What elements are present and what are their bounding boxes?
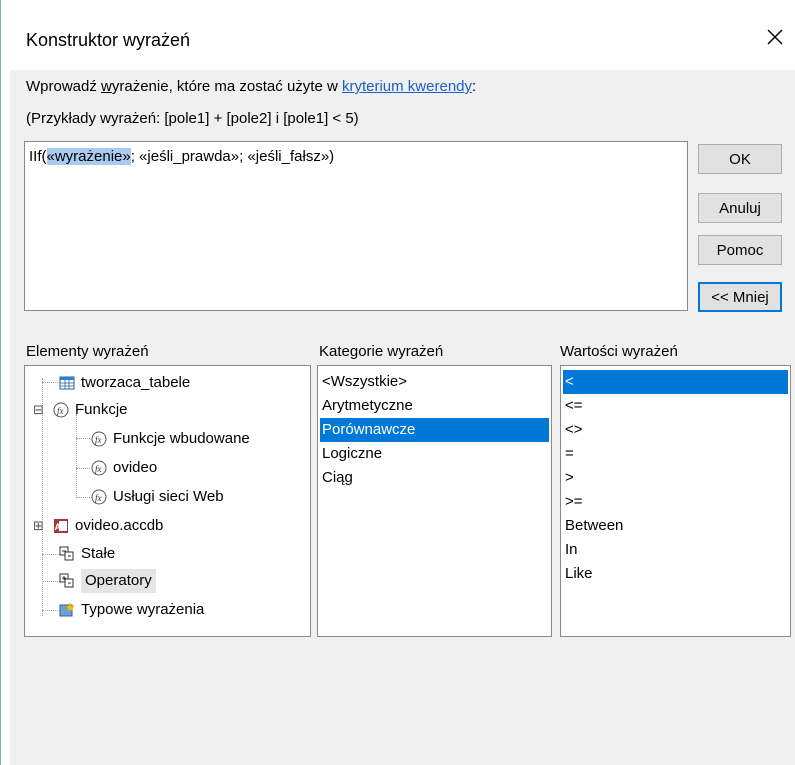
tree-item-funkcje-wbudowane[interactable]: fx Funkcje wbudowane — [91, 427, 250, 451]
function-icon: fx — [91, 460, 107, 476]
value-item-not-equal[interactable]: <> — [563, 418, 788, 442]
prompt-text: Wprowadź wyrażenie, które ma zostać użyt… — [26, 78, 476, 95]
tree-item-uslugi-sieci-web[interactable]: fx Usługi sieci Web — [91, 485, 224, 509]
tree-item-typowe-wyrazenia[interactable]: Typowe wyrażenia — [59, 598, 204, 622]
dialog-title: Konstruktor wyrażeń — [26, 30, 191, 50]
title-bar: Konstruktor wyrażeń — [10, 0, 795, 70]
tree-item-label: Operatory — [81, 569, 156, 593]
svg-text:fx: fx — [95, 493, 102, 503]
tree-item-label: ovideo — [113, 459, 158, 476]
value-item-less-equal[interactable]: <= — [563, 394, 788, 418]
value-item-between[interactable]: Between — [563, 514, 788, 538]
less-button[interactable]: << Mniej — [698, 282, 782, 312]
values-list[interactable]: < <= <> = > >= Between In Like — [560, 365, 791, 637]
expression-suffix: ; «jeśli_prawda»; «jeśli_fałsz») — [130, 148, 335, 165]
query-criteria-link[interactable]: kryterium kwerendy — [342, 78, 472, 95]
categories-label: Kategorie wyrażeń — [319, 343, 444, 360]
operators-icon — [59, 573, 75, 589]
value-item-greater-than[interactable]: > — [563, 466, 788, 490]
tree-item-label: Usługi sieci Web — [113, 488, 224, 505]
svg-text:fx: fx — [95, 464, 102, 474]
function-icon: fx — [53, 402, 69, 418]
category-item-all[interactable]: <Wszystkie> — [320, 370, 549, 394]
value-item-in[interactable]: In — [563, 538, 788, 562]
tree-item-funkcje[interactable]: ⊟ fx Funkcje — [33, 398, 128, 422]
help-button[interactable]: Pomoc — [698, 235, 782, 265]
svg-text:fx: fx — [57, 406, 64, 416]
prompt-part: yrażenie, które ma zostać użyte w — [111, 78, 342, 95]
tree-item-label: Stałe — [81, 545, 116, 562]
prompt-part: : — [472, 78, 477, 95]
elements-label: Elementy wyrażeń — [26, 343, 149, 360]
tree-item-operatory[interactable]: Operatory — [59, 569, 156, 593]
svg-text:A: A — [55, 522, 62, 532]
tree-item-stale[interactable]: Stałe — [59, 542, 115, 566]
collapse-icon[interactable]: ⊟ — [33, 398, 49, 422]
value-item-greater-equal[interactable]: >= — [563, 490, 788, 514]
common-expressions-icon — [59, 602, 75, 618]
elements-tree[interactable]: tworzaca_tabele ⊟ fx Funkcje fx Funkcje … — [24, 365, 311, 637]
query-icon — [59, 375, 75, 391]
tree-item-label: ovideo.accdb — [75, 517, 164, 534]
tree-item-label: Funkcje — [75, 401, 128, 418]
expand-icon[interactable]: ⊞ — [33, 514, 49, 538]
category-item-string[interactable]: Ciąg — [320, 466, 549, 490]
tree-item-tworzaca-tabele[interactable]: tworzaca_tabele — [59, 371, 190, 395]
constants-icon — [59, 546, 75, 562]
svg-text:fx: fx — [95, 435, 102, 445]
category-item-logical[interactable]: Logiczne — [320, 442, 549, 466]
access-db-icon: A — [53, 518, 69, 534]
function-icon: fx — [91, 431, 107, 447]
category-item-arithmetic[interactable]: Arytmetyczne — [320, 394, 549, 418]
value-item-less-than[interactable]: < — [563, 370, 788, 394]
category-item-comparison[interactable]: Porównawcze — [320, 418, 549, 442]
tree-item-ovideo[interactable]: fx ovideo — [91, 456, 157, 480]
value-item-like[interactable]: Like — [563, 562, 788, 586]
tree-item-ovideo-accdb[interactable]: ⊞ A ovideo.accdb — [33, 514, 163, 538]
expression-prefix: IIf( — [29, 148, 47, 165]
window-edge — [0, 0, 1, 765]
expression-placeholder-selected[interactable]: «wyrażenie» — [46, 148, 131, 165]
tree-item-label: Funkcje wbudowane — [113, 430, 250, 447]
prompt-accelerator: w — [101, 78, 112, 95]
examples-text: (Przykłady wyrażeń: [pole1] + [pole2] i … — [26, 110, 359, 127]
cancel-button[interactable]: Anuluj — [698, 193, 782, 223]
close-button[interactable] — [760, 22, 790, 52]
values-label: Wartości wyrażeń — [560, 343, 678, 360]
expression-editor[interactable]: IIf(«wyrażenie»; «jeśli_prawda»; «jeśli_… — [24, 141, 688, 311]
tree-item-label: Typowe wyrażenia — [81, 601, 205, 618]
ok-button[interactable]: OK — [698, 144, 782, 174]
value-item-equal[interactable]: = — [563, 442, 788, 466]
close-icon — [767, 29, 783, 45]
function-icon: fx — [91, 489, 107, 505]
expression-builder-dialog: Konstruktor wyrażeń Wprowadź wyrażenie, … — [10, 0, 795, 765]
tree-item-label: tworzaca_tabele — [81, 374, 191, 391]
prompt-part: Wprowadź — [26, 78, 102, 95]
categories-list[interactable]: <Wszystkie> Arytmetyczne Porównawcze Log… — [317, 365, 552, 637]
